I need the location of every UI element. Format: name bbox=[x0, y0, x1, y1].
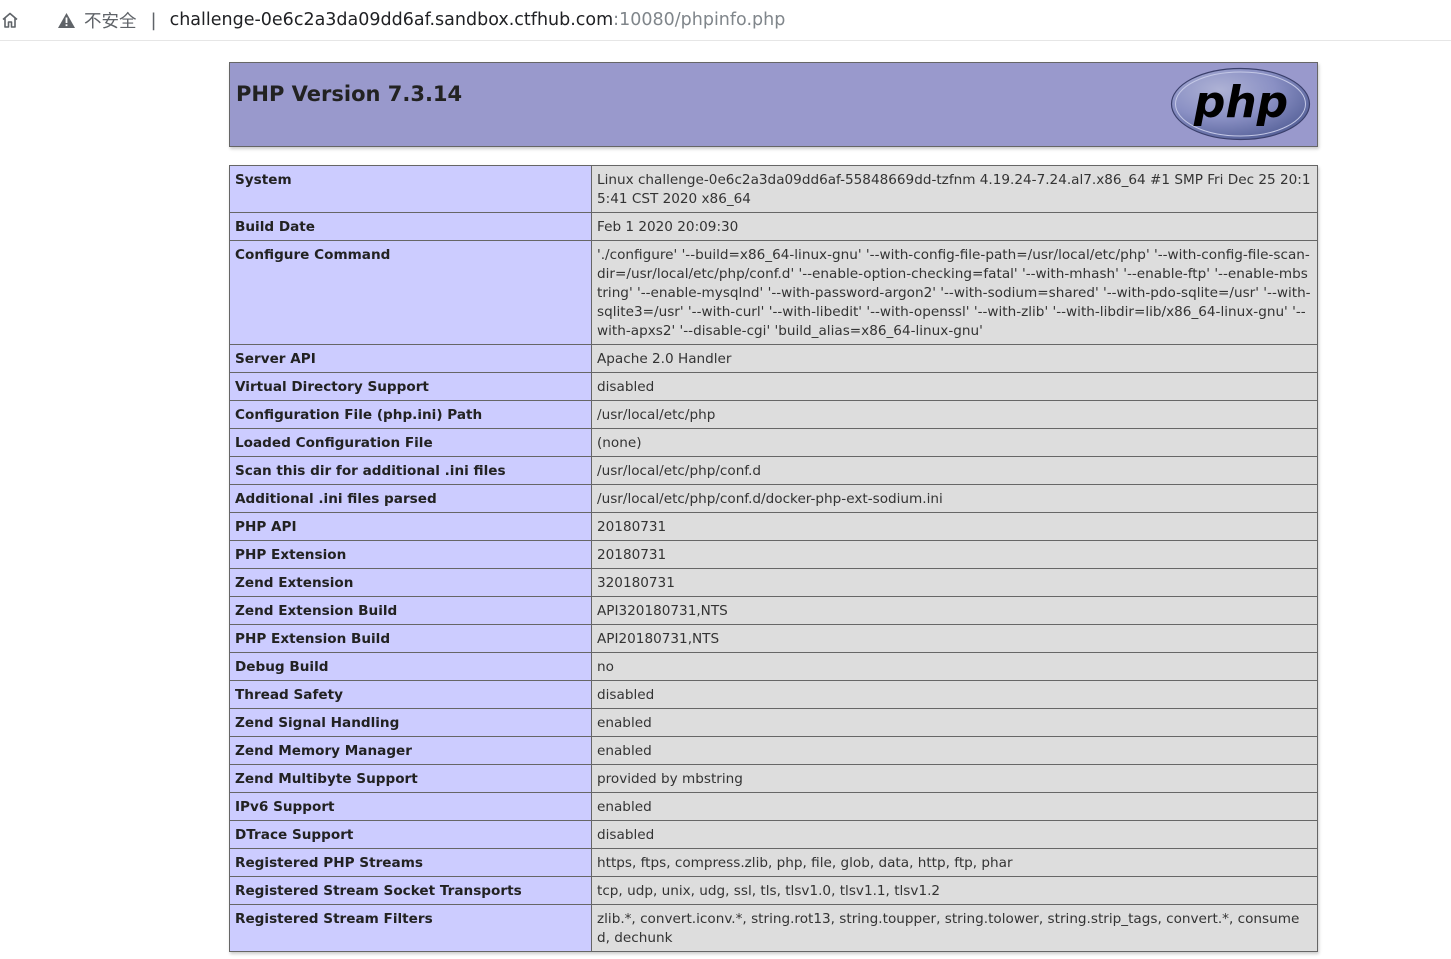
row-value: (none) bbox=[591, 428, 1318, 457]
row-key: Build Date bbox=[229, 212, 592, 241]
row-key: Debug Build bbox=[229, 652, 592, 681]
row-key: Zend Memory Manager bbox=[229, 736, 592, 765]
row-value: disabled bbox=[591, 820, 1318, 849]
system-info-table: System Linux challenge-0e6c2a3da09dd6af-5… bbox=[229, 165, 1318, 952]
row-value: zlib.*, convert.iconv.*, string.rot13, s… bbox=[591, 904, 1318, 952]
php-logo-text: php bbox=[1193, 77, 1288, 128]
table-row: Zend Extension Build API320180731,NTS bbox=[229, 596, 1318, 625]
row-value: tcp, udp, unix, udg, ssl, tls, tlsv1.0, … bbox=[591, 876, 1318, 905]
table-row: PHP Extension 20180731 bbox=[229, 540, 1318, 569]
row-key: Additional .ini files parsed bbox=[229, 484, 592, 513]
table-row: Registered Stream Socket Transports tcp, … bbox=[229, 876, 1318, 905]
row-key: System bbox=[229, 165, 592, 213]
table-row: Zend Multibyte Support provided by mbstri… bbox=[229, 764, 1318, 793]
row-value: no bbox=[591, 652, 1318, 681]
row-key: Server API bbox=[229, 344, 592, 373]
row-value: Apache 2.0 Handler bbox=[591, 344, 1318, 373]
table-row: Virtual Directory Support disabled bbox=[229, 372, 1318, 401]
table-row: Configuration File (php.ini) Path/usr/lo… bbox=[229, 400, 1318, 429]
row-value: disabled bbox=[591, 372, 1318, 401]
row-value: 20180731 bbox=[591, 512, 1318, 541]
row-key: IPv6 Support bbox=[229, 792, 592, 821]
row-value: 320180731 bbox=[591, 568, 1318, 597]
url-path: :10080/phpinfo.php bbox=[613, 10, 786, 30]
url-field[interactable]: 不安全 | challenge-0e6c2a3da09dd6af.sandbox… bbox=[40, 2, 1445, 38]
row-key: Registered Stream Socket Transports bbox=[229, 876, 592, 905]
table-row: PHP Extension Build API20180731,NTS bbox=[229, 624, 1318, 653]
table-row: DTrace Support disabled bbox=[229, 820, 1318, 849]
row-key: Registered PHP Streams bbox=[229, 848, 592, 877]
php-version-header: PHP Version 7.3.14 php bbox=[229, 62, 1318, 147]
row-key: PHP API bbox=[229, 512, 592, 541]
table-row: Zend Signal Handling enabled bbox=[229, 708, 1318, 737]
page-title: PHP Version 7.3.14 bbox=[236, 82, 463, 106]
row-value: https, ftps, compress.zlib, php, file, g… bbox=[591, 848, 1318, 877]
row-key: Virtual Directory Support bbox=[229, 372, 592, 401]
table-row: Registered PHP Streams https, ftps, compr… bbox=[229, 848, 1318, 877]
url-separator: | bbox=[150, 9, 157, 31]
table-row: Thread Safety disabled bbox=[229, 680, 1318, 709]
row-key: Thread Safety bbox=[229, 680, 592, 709]
browser-address-bar: 不安全 | challenge-0e6c2a3da09dd6af.sandbox… bbox=[0, 0, 1451, 41]
row-value: enabled bbox=[591, 792, 1318, 821]
row-key: Configure Command bbox=[229, 240, 592, 345]
row-value: API20180731,NTS bbox=[591, 624, 1318, 653]
row-value: /usr/local/etc/php/conf.d/docker-php-ext… bbox=[591, 484, 1318, 513]
row-key: Scan this dir for additional .ini files bbox=[229, 456, 592, 485]
security-status-label[interactable]: 不安全 bbox=[84, 8, 137, 33]
table-row: Additional .ini files parsed/usr/local/e… bbox=[229, 484, 1318, 513]
row-value: API320180731,NTS bbox=[591, 596, 1318, 625]
row-value: Linux challenge-0e6c2a3da09dd6af-5584866… bbox=[591, 165, 1318, 213]
table-row: Configure Command './configure' '--build=… bbox=[229, 240, 1318, 345]
row-key: DTrace Support bbox=[229, 820, 592, 849]
home-icon[interactable] bbox=[0, 10, 20, 30]
table-row: System Linux challenge-0e6c2a3da09dd6af-5… bbox=[229, 165, 1318, 213]
row-key: Zend Extension Build bbox=[229, 596, 592, 625]
table-row: Scan this dir for additional .ini files /… bbox=[229, 456, 1318, 485]
row-key: Registered Stream Filters bbox=[229, 904, 592, 952]
row-value: 20180731 bbox=[591, 540, 1318, 569]
url-host: challenge-0e6c2a3da09dd6af.sandbox.ctfhu… bbox=[169, 10, 614, 30]
table-row: Build Date Feb 1 2020 20:09:30 bbox=[229, 212, 1318, 241]
warning-icon[interactable] bbox=[57, 11, 77, 29]
table-row: IPv6 Support enabled bbox=[229, 792, 1318, 821]
row-key: Zend Signal Handling bbox=[229, 708, 592, 737]
row-value: './configure' '--build=x86_64-linux-gnu'… bbox=[591, 240, 1318, 345]
row-value: enabled bbox=[591, 736, 1318, 765]
row-value: /usr/local/etc/php/conf.d bbox=[591, 456, 1318, 485]
row-key: Loaded Configuration File bbox=[229, 428, 592, 457]
table-row: Zend Extension 320180731 bbox=[229, 568, 1318, 597]
table-row: Server API Apache 2.0 Handler bbox=[229, 344, 1318, 373]
row-key: Configuration File (php.ini) Path bbox=[229, 400, 592, 429]
php-logo-icon[interactable]: php bbox=[1170, 67, 1311, 141]
row-value: disabled bbox=[591, 680, 1318, 709]
row-value: /usr/local/etc/php bbox=[591, 400, 1318, 429]
phpinfo-content: PHP Version 7.3.14 php System Linux chall… bbox=[229, 62, 1318, 952]
row-key: Zend Extension bbox=[229, 568, 592, 597]
row-value: provided by mbstring bbox=[591, 764, 1318, 793]
row-value: enabled bbox=[591, 708, 1318, 737]
table-row: Zend Memory Manager enabled bbox=[229, 736, 1318, 765]
table-row: PHP API 20180731 bbox=[229, 512, 1318, 541]
row-key: PHP Extension bbox=[229, 540, 592, 569]
row-key: PHP Extension Build bbox=[229, 624, 592, 653]
table-row: Debug Build no bbox=[229, 652, 1318, 681]
table-row: Registered Stream Filters zlib.*, convert… bbox=[229, 904, 1318, 952]
row-value: Feb 1 2020 20:09:30 bbox=[591, 212, 1318, 241]
table-row: Loaded Configuration File (none) bbox=[229, 428, 1318, 457]
row-key: Zend Multibyte Support bbox=[229, 764, 592, 793]
